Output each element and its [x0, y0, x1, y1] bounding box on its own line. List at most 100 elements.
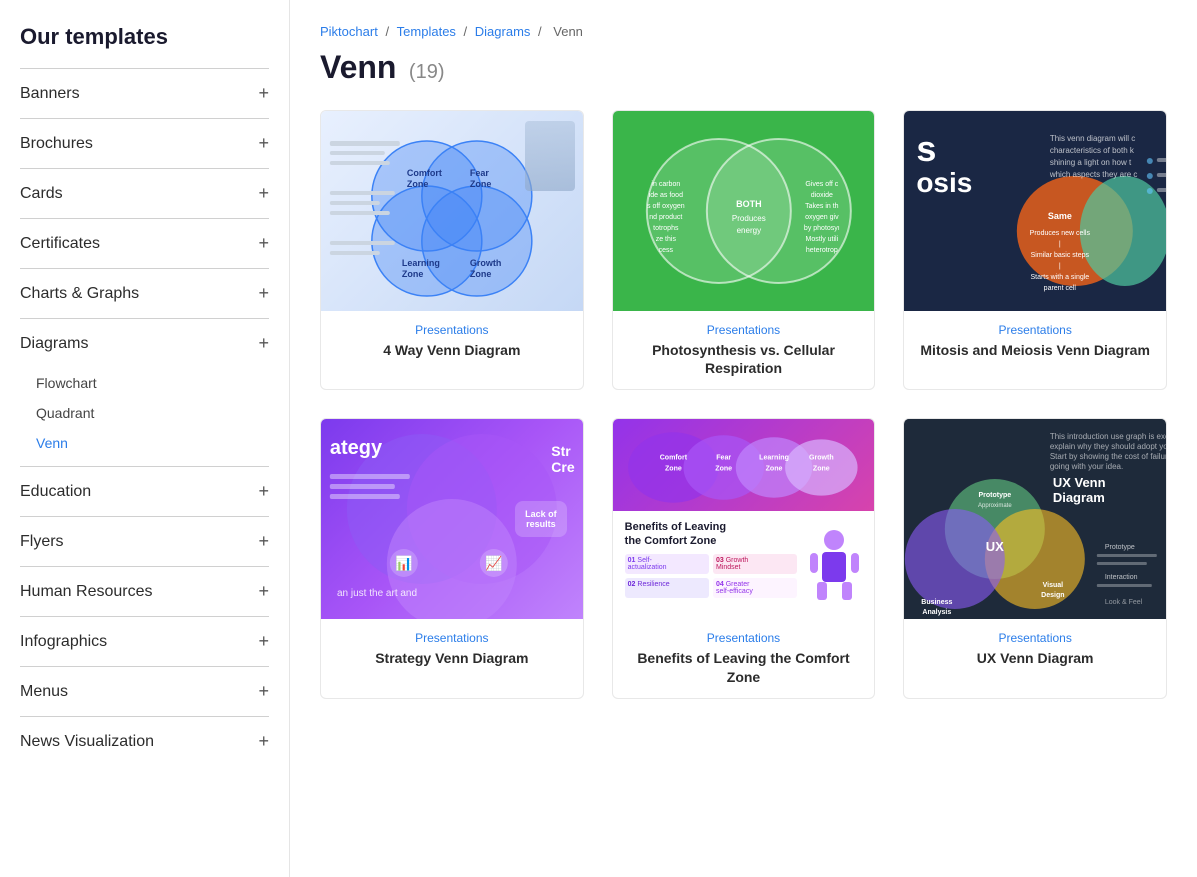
sidebar-sub-item-quadrant[interactable]: Quadrant: [36, 398, 269, 428]
svg-text:Produces: Produces: [732, 214, 766, 223]
thumbnail-bg: This introduction use graph is excellent…: [904, 419, 1166, 619]
sidebar-item-brochures[interactable]: Brochures +: [20, 119, 269, 169]
template-info-strategy: Presentations Strategy Venn Diagram: [321, 619, 583, 679]
svg-text:|: |: [1059, 241, 1061, 248]
template-name: Benefits of Leaving the Comfort Zone: [625, 649, 863, 685]
svg-text:Analysis: Analysis: [923, 609, 952, 616]
template-info-comfort-zone: Presentations Benefits of Leaving the Co…: [613, 619, 875, 697]
expand-icon: +: [258, 531, 269, 552]
svg-text:Zone: Zone: [765, 466, 782, 473]
svg-text:Start by showing the cost of f: Start by showing the cost of failures of…: [1050, 452, 1166, 461]
template-grid: Comfort Zone Fear Zone Learning Zone Gro…: [320, 110, 1167, 699]
sidebar-item-flyers[interactable]: Flyers +: [20, 517, 269, 567]
template-thumbnail-ux-venn: This introduction use graph is excellent…: [904, 419, 1166, 619]
svg-text:nd product: nd product: [649, 214, 682, 221]
svg-text:in carbon: in carbon: [651, 181, 680, 188]
svg-text:BOTH: BOTH: [736, 199, 762, 209]
sidebar-item-banners[interactable]: Banners +: [20, 69, 269, 119]
expand-icon: +: [258, 283, 269, 304]
svg-text:ze this: ze this: [655, 236, 676, 243]
svg-text:Approximate: Approximate: [978, 503, 1012, 509]
template-info-ux-venn: Presentations UX Venn Diagram: [904, 619, 1166, 679]
svg-text:Prototype: Prototype: [1105, 544, 1135, 551]
template-card-strategy[interactable]: 📊 📈 ategy StrCre an just the art and: [320, 418, 584, 698]
diagrams-submenu: Flowchart Quadrant Venn: [20, 368, 269, 467]
expand-icon: +: [258, 681, 269, 702]
template-card-ux-venn[interactable]: This introduction use graph is excellent…: [903, 418, 1167, 698]
svg-text:cess: cess: [658, 247, 673, 254]
template-thumbnail-4-way-venn: Comfort Zone Fear Zone Learning Zone Gro…: [321, 111, 583, 311]
breadcrumb-venn: Venn: [553, 24, 583, 39]
svg-text:Produces new cells: Produces new cells: [1030, 230, 1091, 237]
template-card-photosynthesis[interactable]: BOTH Produces energy in carbon ide as fo…: [612, 110, 876, 390]
svg-text:Growth: Growth: [809, 455, 834, 462]
svg-text:UX Venn: UX Venn: [1053, 475, 1106, 490]
svg-text:Zone: Zone: [402, 269, 424, 279]
sidebar-item-menus[interactable]: Menus +: [20, 667, 269, 717]
thumbnail-bg: Comfort Zone Fear Zone Learning Zone Gro…: [321, 111, 583, 311]
svg-text:ide as food: ide as food: [648, 192, 682, 199]
expand-icon: +: [258, 581, 269, 602]
svg-text:|: |: [1059, 263, 1061, 270]
svg-text:Zone: Zone: [407, 179, 429, 189]
sidebar-item-infographics[interactable]: Infographics +: [20, 617, 269, 667]
svg-text:Gives off c: Gives off c: [805, 181, 838, 188]
svg-text:Similar basic steps: Similar basic steps: [1031, 252, 1090, 259]
breadcrumb-piktochart[interactable]: Piktochart: [320, 24, 378, 39]
template-name: UX Venn Diagram: [916, 649, 1154, 667]
svg-text:Fear: Fear: [716, 455, 731, 462]
expand-icon: +: [258, 233, 269, 254]
sidebar-sub-item-venn[interactable]: Venn: [36, 428, 269, 458]
svg-text:Interaction: Interaction: [1105, 574, 1138, 581]
breadcrumb: Piktochart / Templates / Diagrams / Venn: [320, 24, 1167, 39]
svg-text:characteristics of both k: characteristics of both k: [1050, 146, 1135, 155]
svg-text:oxygen giv: oxygen giv: [805, 214, 839, 221]
template-card-mitosis[interactable]: s osis Same Produces new cells | Similar…: [903, 110, 1167, 390]
sidebar-item-human-resources[interactable]: Human Resources +: [20, 567, 269, 617]
svg-text:explain why they should adopt: explain why they should adopt your idea.: [1050, 442, 1166, 451]
svg-text:Zone: Zone: [665, 466, 682, 473]
template-card-comfort-zone[interactable]: Comfort Zone Fear Zone Learning Zone Gro…: [612, 418, 876, 698]
svg-text:Prototype: Prototype: [979, 492, 1012, 499]
expand-icon: +: [258, 183, 269, 204]
sidebar-sub-item-flowchart[interactable]: Flowchart: [36, 368, 269, 398]
svg-text:energy: energy: [736, 226, 760, 235]
svg-text:Mostly utili: Mostly utili: [805, 236, 838, 243]
svg-text:This venn diagram will c: This venn diagram will c: [1050, 134, 1135, 143]
expand-icon: +: [258, 83, 269, 104]
svg-text:Comfort: Comfort: [659, 455, 687, 462]
svg-text:Learning: Learning: [759, 455, 789, 462]
sidebar-item-cards[interactable]: Cards +: [20, 169, 269, 219]
thumbnail-bg: Comfort Zone Fear Zone Learning Zone Gro…: [613, 419, 875, 619]
svg-text:Zone: Zone: [470, 179, 492, 189]
svg-text:Business: Business: [922, 599, 953, 606]
template-info-mitosis: Presentations Mitosis and Meiosis Venn D…: [904, 311, 1166, 371]
svg-text:which aspects they are c: which aspects they are c: [1049, 170, 1138, 179]
svg-text:Fear: Fear: [470, 168, 490, 178]
svg-text:s off oxygen: s off oxygen: [647, 203, 685, 210]
template-card-4-way-venn[interactable]: Comfort Zone Fear Zone Learning Zone Gro…: [320, 110, 584, 390]
svg-text:Comfort: Comfort: [407, 168, 442, 178]
sidebar-item-charts-graphs[interactable]: Charts & Graphs +: [20, 269, 269, 319]
breadcrumb-sep-1: /: [385, 24, 392, 39]
breadcrumb-diagrams[interactable]: Diagrams: [475, 24, 531, 39]
sidebar-item-education[interactable]: Education +: [20, 467, 269, 517]
svg-text:Visual: Visual: [1043, 582, 1064, 589]
page-title: Venn: [320, 49, 396, 85]
template-name: Mitosis and Meiosis Venn Diagram: [916, 341, 1154, 359]
svg-text:Zone: Zone: [715, 466, 732, 473]
template-category: Presentations: [625, 631, 863, 645]
thumbnail-bg: 📊 📈 ategy StrCre an just the art and: [321, 419, 583, 619]
sidebar-item-diagrams[interactable]: Diagrams +: [20, 319, 269, 368]
template-info-4-way-venn: Presentations 4 Way Venn Diagram: [321, 311, 583, 371]
template-info-photosynthesis: Presentations Photosynthesis vs. Cellula…: [613, 311, 875, 389]
sidebar-item-certificates[interactable]: Certificates +: [20, 219, 269, 269]
svg-text:Zone: Zone: [470, 269, 492, 279]
svg-text:This introduction use graph is: This introduction use graph is excellent…: [1050, 432, 1166, 441]
thumbnail-bg: BOTH Produces energy in carbon ide as fo…: [613, 111, 875, 311]
template-category: Presentations: [625, 323, 863, 337]
breadcrumb-templates[interactable]: Templates: [397, 24, 456, 39]
sidebar: Our templates Banners + Brochures + Card…: [0, 0, 290, 877]
thumbnail-bg: s osis Same Produces new cells | Similar…: [904, 111, 1166, 311]
sidebar-item-news-visualization[interactable]: News Visualization +: [20, 717, 269, 766]
